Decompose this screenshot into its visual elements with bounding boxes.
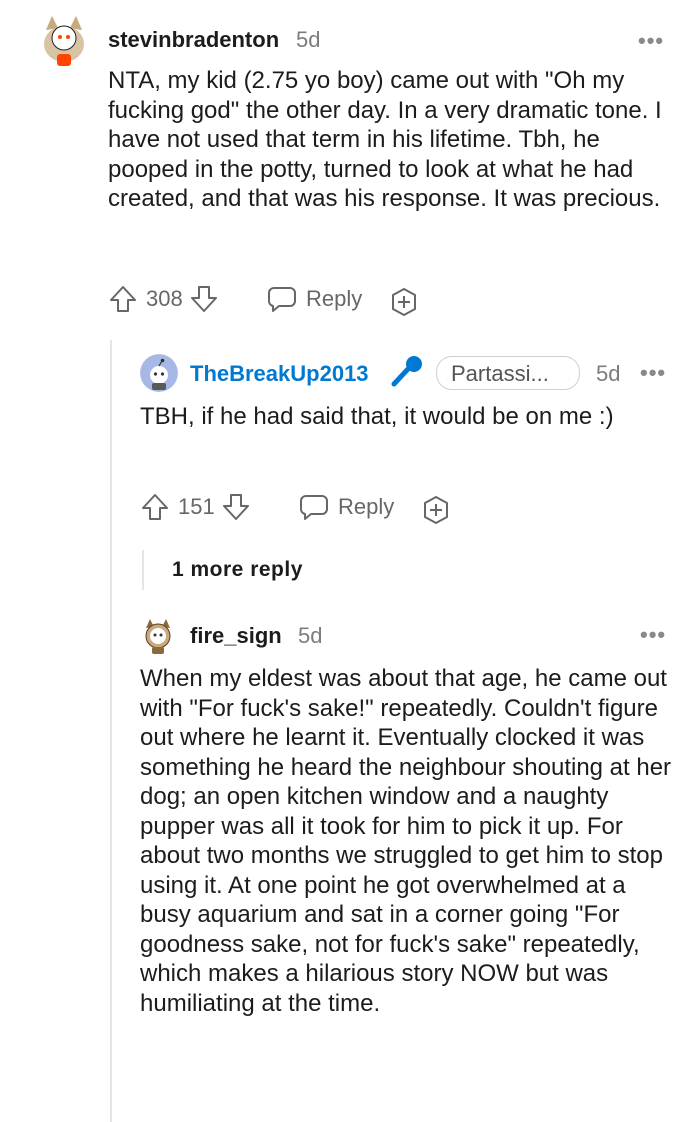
reply-label: Reply <box>306 286 363 311</box>
more-options-icon[interactable]: ••• <box>640 624 666 646</box>
more-replies-link[interactable]: 1 more reply <box>172 558 303 582</box>
vote-count: 151 <box>178 494 215 519</box>
more-options-icon[interactable]: ••• <box>638 30 664 52</box>
username[interactable]: fire_sign <box>190 623 282 649</box>
reply-button[interactable]: Reply <box>298 492 394 522</box>
reply-bubble-icon <box>298 492 330 522</box>
user-avatar[interactable] <box>138 616 178 656</box>
reply-button[interactable]: Reply <box>266 284 362 314</box>
reply-label: Reply <box>338 494 395 519</box>
username[interactable]: stevinbradenton <box>108 27 279 53</box>
username[interactable]: TheBreakUp2013 <box>190 361 369 387</box>
downvote-arrow-icon[interactable] <box>221 492 251 522</box>
upvote-arrow-icon[interactable] <box>140 492 170 522</box>
vote-controls: 151 <box>140 492 251 522</box>
award-plus-icon[interactable] <box>420 494 452 531</box>
downvote-arrow-icon[interactable] <box>189 284 219 314</box>
more-options-icon[interactable]: ••• <box>640 362 666 384</box>
award-plus-icon[interactable] <box>388 286 420 323</box>
timestamp: 5d <box>298 623 323 648</box>
thread-line[interactable] <box>142 550 144 590</box>
reply-bubble-icon <box>266 284 298 314</box>
user-avatar[interactable] <box>140 354 178 392</box>
comment-body: NTA, my kid (2.75 yo boy) came out with … <box>108 67 662 212</box>
comment-body: When my eldest was about that age, he ca… <box>140 665 672 1017</box>
comment-body: TBH, if he had said that, it would be on… <box>140 403 614 430</box>
user-avatar[interactable] <box>34 10 94 70</box>
user-flair: Partassi... <box>436 356 580 390</box>
timestamp: 5d <box>596 361 621 386</box>
vote-controls: 308 <box>108 284 219 314</box>
vote-count: 308 <box>146 286 183 311</box>
timestamp: 5d <box>296 27 321 52</box>
upvote-arrow-icon[interactable] <box>108 284 138 314</box>
microphone-icon <box>386 354 424 395</box>
thread-line[interactable] <box>110 340 112 1122</box>
